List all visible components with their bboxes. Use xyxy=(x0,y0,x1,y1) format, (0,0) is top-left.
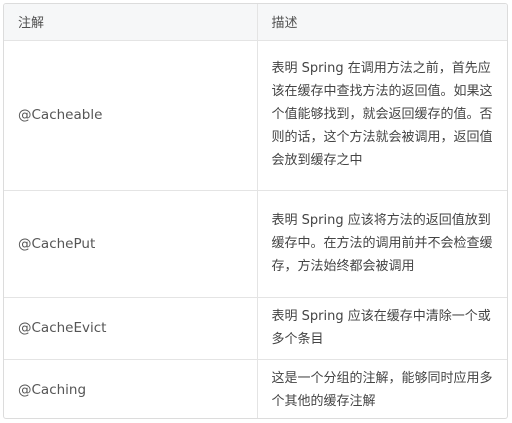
table-row: @CacheEvict 表明 Spring 应该在缓存中清除一个或多个条目 xyxy=(4,297,507,360)
table-row: @Caching 这是一个分组的注解，能够同时应用多个其他的缓存注解 xyxy=(4,359,507,418)
annotation-name: @CachePut xyxy=(4,190,257,298)
table-row: @Cacheable 表明 Spring 在调用方法之前，首先应该在缓存中查找方… xyxy=(4,40,507,191)
annotation-name: @Cacheable xyxy=(4,40,257,191)
header-annotation: 注解 xyxy=(4,4,257,41)
annotation-description: 这是一个分组的注解，能够同时应用多个其他的缓存注解 xyxy=(256,359,507,418)
annotation-table: 注解 描述 @Cacheable 表明 Spring 在调用方法之前，首先应该在… xyxy=(4,4,507,418)
table-header: 注解 描述 xyxy=(4,4,507,41)
annotation-table-container: 注解 描述 @Cacheable 表明 Spring 在调用方法之前，首先应该在… xyxy=(3,3,508,419)
table-row: @CachePut 表明 Spring 应该将方法的返回值放到缓存中。在方法的调… xyxy=(4,190,507,298)
annotation-description: 表明 Spring 在调用方法之前，首先应该在缓存中查找方法的返回值。如果这个值… xyxy=(256,40,507,191)
annotation-description: 表明 Spring 应该将方法的返回值放到缓存中。在方法的调用前并不会检查缓存，… xyxy=(256,190,507,298)
header-row: 注解 描述 xyxy=(4,4,507,41)
annotation-description: 表明 Spring 应该在缓存中清除一个或多个条目 xyxy=(256,297,507,360)
header-description: 描述 xyxy=(256,4,507,41)
table-body: @Cacheable 表明 Spring 在调用方法之前，首先应该在缓存中查找方… xyxy=(4,40,507,418)
annotation-name: @Caching xyxy=(18,382,87,398)
annotation-name: @CacheEvict xyxy=(4,297,257,360)
